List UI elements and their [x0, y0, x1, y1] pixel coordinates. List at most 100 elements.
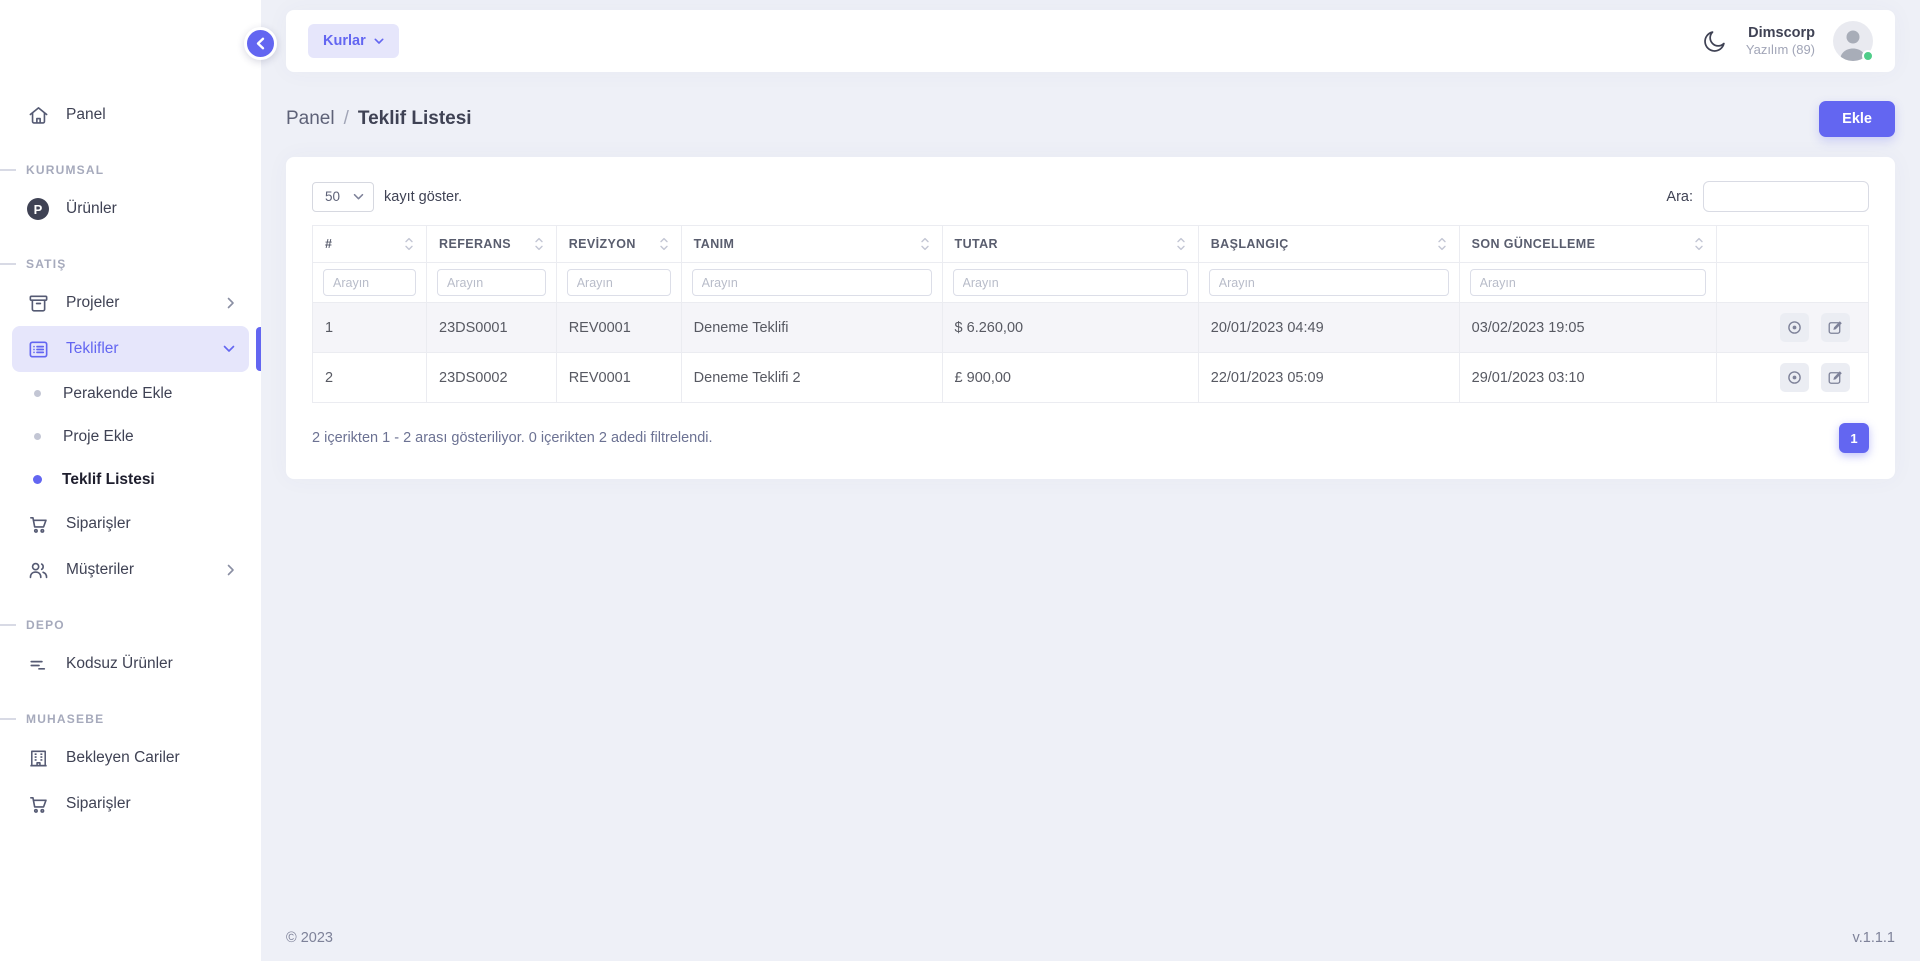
sidebar-item-label: Siparişler: [66, 515, 131, 533]
table-row: 2 23DS0002 REV0001 Deneme Teklifi 2 £ 90…: [313, 353, 1869, 403]
breadcrumb: Panel / Teklif Listesi: [286, 108, 472, 130]
view-button[interactable]: [1780, 363, 1809, 392]
chevron-right-icon: [227, 564, 235, 576]
table-search: Ara:: [1666, 181, 1869, 212]
sidebar-item-projeler[interactable]: Projeler: [12, 280, 249, 326]
filter-input-num[interactable]: [323, 269, 416, 296]
users-icon: [26, 558, 50, 582]
sort-icon: [1176, 236, 1186, 252]
filter-input-referans[interactable]: [437, 269, 546, 296]
cell-num: 2: [313, 353, 427, 403]
sidebar-item-label: Kodsuz Ürünler: [66, 655, 173, 673]
column-header-referans[interactable]: REFERANS: [427, 226, 557, 263]
table-header-row: # REFERANS REVİZYON TANIM TUTAR BAŞLANGI…: [313, 226, 1869, 263]
cell-son-guncelleme: 03/02/2023 19:05: [1459, 303, 1717, 353]
version-text: v.1.1.1: [1853, 930, 1895, 946]
filter-input-tutar[interactable]: [953, 269, 1188, 296]
search-input[interactable]: [1703, 181, 1869, 212]
currency-dropdown-button[interactable]: Kurlar: [308, 24, 399, 58]
table-info-text: 2 içerikten 1 - 2 arası gösteriliyor. 0 …: [312, 430, 713, 446]
archive-icon: [26, 291, 50, 315]
sort-icon: [920, 236, 930, 252]
dark-mode-toggle[interactable]: [1702, 28, 1728, 54]
filter-input-revizyon[interactable]: [567, 269, 671, 296]
bullet-icon: [34, 433, 41, 440]
view-button[interactable]: [1780, 313, 1809, 342]
chevron-down-icon: [353, 193, 364, 201]
sidebar-item-panel[interactable]: Panel: [12, 92, 249, 138]
breadcrumb-separator: /: [344, 108, 349, 130]
chevron-right-icon: [227, 297, 235, 309]
column-header-baslangic[interactable]: BAŞLANGIÇ: [1198, 226, 1459, 263]
cart-icon: [26, 792, 50, 816]
sort-icon: [404, 236, 414, 252]
cell-num: 1: [313, 303, 427, 353]
breadcrumb-root[interactable]: Panel: [286, 108, 335, 130]
sort-icon: [659, 236, 669, 252]
cell-tutar: £ 900,00: [942, 353, 1198, 403]
sidebar-item-siparisler-muhasebe[interactable]: Siparişler: [12, 781, 249, 827]
column-header-revizyon[interactable]: REVİZYON: [556, 226, 681, 263]
copyright-text: © 2023: [286, 930, 333, 946]
page-head: Panel / Teklif Listesi Ekle: [286, 101, 1895, 137]
cell-son-guncelleme: 29/01/2023 03:10: [1459, 353, 1717, 403]
sidebar-collapse-button[interactable]: [244, 27, 277, 60]
building-icon: [26, 746, 50, 770]
sidebar-subitem-teklif-listesi[interactable]: Teklif Listesi: [12, 458, 249, 501]
sidebar-item-siparisler[interactable]: Siparişler: [12, 501, 249, 547]
sidebar-item-musteriler[interactable]: Müşteriler: [12, 547, 249, 593]
sidebar-item-label: Siparişler: [66, 795, 131, 813]
column-header-tanim[interactable]: TANIM: [681, 226, 942, 263]
sidebar-item-bekleyen-cariler[interactable]: Bekleyen Cariler: [12, 735, 249, 781]
online-status-dot: [1862, 50, 1874, 62]
sidebar-item-kodsuz-urunler[interactable]: Kodsuz Ürünler: [12, 641, 249, 687]
page-footer: © 2023 v.1.1.1: [286, 916, 1895, 961]
sidebar-item-label: Proje Ekle: [63, 428, 134, 446]
edit-button[interactable]: [1821, 363, 1850, 392]
sidebar-item-label: Bekleyen Cariler: [66, 749, 180, 767]
sidebar-item-teklifler[interactable]: Teklifler: [12, 326, 249, 372]
add-button[interactable]: Ekle: [1819, 101, 1895, 137]
lines-icon: [26, 652, 50, 676]
cell-actions: [1717, 353, 1869, 403]
cell-baslangic: 22/01/2023 05:09: [1198, 353, 1459, 403]
page-length-control: 50 kayıt göster.: [312, 182, 462, 212]
sidebar-subitem-perakende-ekle[interactable]: Perakende Ekle: [12, 372, 249, 415]
cell-referans: 23DS0002: [427, 353, 557, 403]
column-header-tutar[interactable]: TUTAR: [942, 226, 1198, 263]
sidebar-item-urunler[interactable]: P Ürünler: [12, 186, 249, 232]
sidebar-subitem-proje-ekle[interactable]: Proje Ekle: [12, 415, 249, 458]
table-filter-row: [313, 263, 1869, 303]
main-area: Kurlar Dimscorp Yazılım (89): [261, 0, 1920, 961]
user-menu[interactable]: [1833, 21, 1873, 61]
column-header-son-guncelleme[interactable]: SON GÜNCELLEME: [1459, 226, 1717, 263]
pagination-page-1-button[interactable]: 1: [1839, 423, 1869, 453]
sidebar-item-label: Teklifler: [66, 340, 119, 358]
sidebar-section-satis: SATIŞ: [12, 254, 249, 274]
chevron-down-icon: [374, 38, 384, 45]
column-header-num[interactable]: #: [313, 226, 427, 263]
page-length-select[interactable]: 50: [312, 182, 374, 212]
eye-icon: [1787, 320, 1802, 335]
sidebar-item-label: Projeler: [66, 294, 119, 312]
filter-input-tanim[interactable]: [692, 269, 932, 296]
chevron-left-icon: [256, 37, 265, 50]
cell-tanim: Deneme Teklifi: [681, 303, 942, 353]
cell-revizyon: REV0001: [556, 353, 681, 403]
cell-baslangic: 20/01/2023 04:49: [1198, 303, 1459, 353]
cell-actions: [1717, 303, 1869, 353]
sidebar: Panel KURUMSAL P Ürünler SATIŞ Projeler: [0, 0, 261, 961]
sort-icon: [1694, 236, 1704, 252]
sidebar-section-depo: DEPO: [12, 615, 249, 635]
filter-input-son-guncelleme[interactable]: [1470, 269, 1707, 296]
page-title: Teklif Listesi: [358, 108, 472, 130]
filter-input-baslangic[interactable]: [1209, 269, 1449, 296]
product-badge-icon: P: [26, 197, 50, 221]
edit-button[interactable]: [1821, 313, 1850, 342]
column-header-actions: [1717, 226, 1869, 263]
sort-icon: [534, 236, 544, 252]
topbar: Kurlar Dimscorp Yazılım (89): [286, 10, 1895, 72]
user-name: Dimscorp: [1746, 24, 1815, 42]
moon-icon: [1702, 28, 1728, 54]
search-label: Ara:: [1666, 189, 1693, 205]
